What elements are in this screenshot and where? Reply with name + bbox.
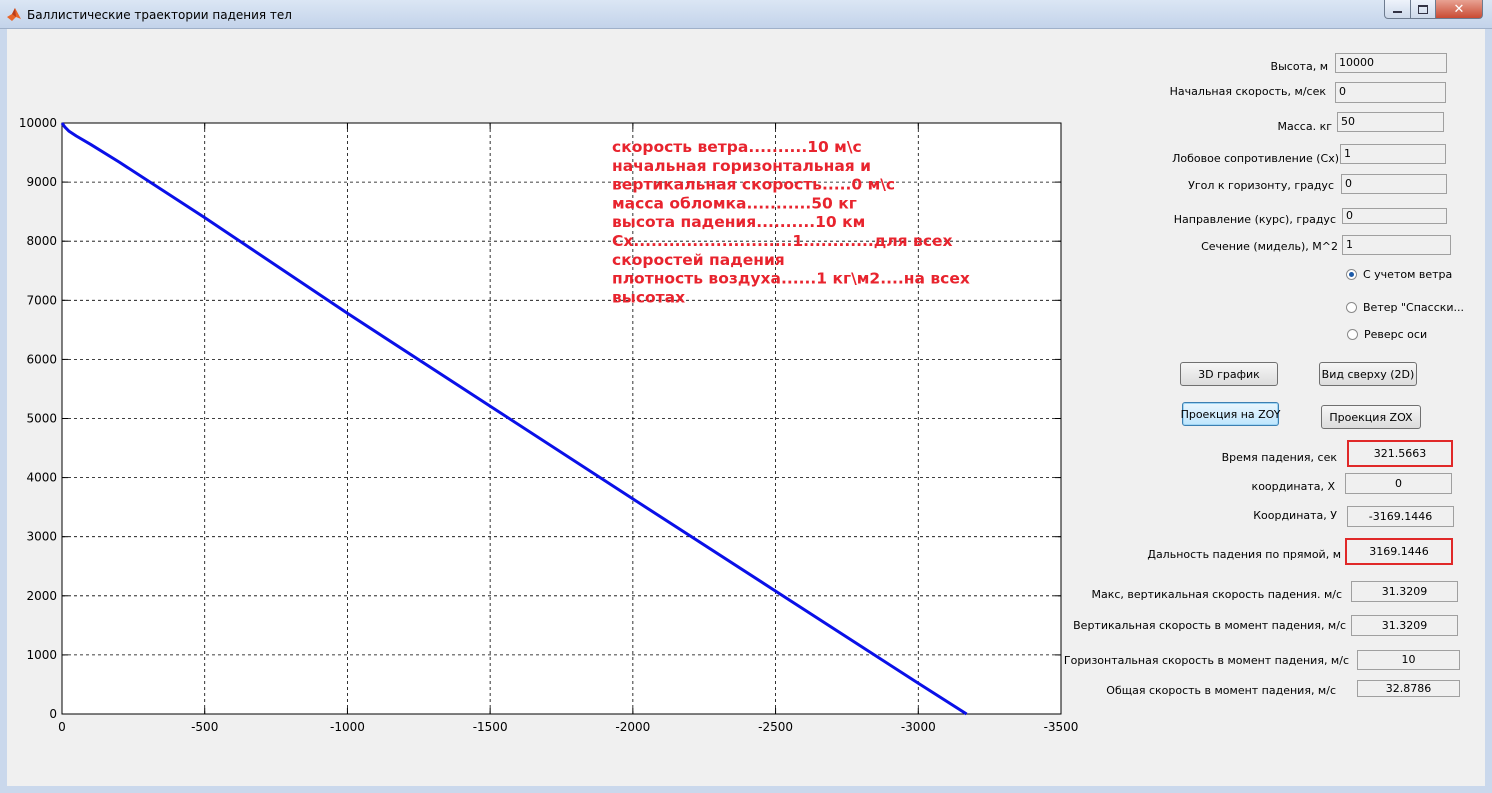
total-speed-impact-label: Общая скорость в момент падения, м/с: [1106, 684, 1336, 697]
initial-speed-input[interactable]: 0: [1335, 82, 1446, 103]
radio-reverse-axis-label: Реверс оси: [1364, 328, 1428, 341]
y-tick-label: 4000: [26, 471, 57, 485]
radio-spassky-wind[interactable]: Ветер "Спасски...: [1346, 301, 1464, 314]
y-tick-label: 1000: [26, 648, 57, 662]
x-tick-label: -2500: [758, 720, 793, 734]
fall-time-label: Время падения, сек: [1221, 451, 1337, 464]
maximize-button[interactable]: [1410, 0, 1436, 19]
y-tick-label: 8000: [26, 234, 57, 248]
x-tick-label: 0: [58, 720, 66, 734]
y-tick-label: 0: [49, 707, 57, 721]
window-title: Баллистические траектории падения тел: [27, 8, 292, 22]
annotation-line: начальная горизонтальная и: [612, 157, 871, 175]
annotation-line: вертикальная скорость.....0 м\с: [612, 176, 895, 194]
horizontal-speed-impact-value: 10: [1357, 650, 1460, 670]
height-input[interactable]: 10000: [1335, 53, 1447, 73]
radio-checked-icon: [1346, 269, 1357, 280]
total-speed-impact-value: 32.8786: [1357, 680, 1460, 697]
range-label: Дальность падения по прямой, м: [1147, 548, 1341, 561]
radio-with-wind-label: С учетом ветра: [1363, 268, 1453, 281]
annotation-line: масса обломка...........50 кг: [612, 194, 857, 212]
y-tick-label: 9000: [26, 175, 57, 189]
x-tick-label: -3000: [901, 720, 936, 734]
x-tick-label: -1500: [473, 720, 508, 734]
window-frame-right: [1485, 29, 1492, 793]
annotation-line: плотность воздуха......1 кг\м2....на все…: [612, 270, 970, 288]
annotation-line: скорость ветра..........10 м\с: [612, 138, 862, 156]
height-label: Высота, м: [1270, 60, 1328, 73]
range-value: 3169.1446: [1345, 538, 1453, 565]
plot-area: [61, 122, 1062, 715]
x-tick-label: -1000: [330, 720, 365, 734]
top-view-button[interactable]: Вид сверху (2D): [1319, 362, 1417, 386]
section-input[interactable]: 1: [1342, 235, 1451, 255]
radio-with-wind[interactable]: С учетом ветра: [1346, 268, 1452, 281]
annotation-line: Сх...........................1..........…: [612, 232, 953, 250]
coord-y-value: -3169.1446: [1347, 506, 1454, 527]
annotation-line: высотах: [612, 288, 685, 306]
y-tick-label: 6000: [26, 352, 57, 366]
plot-3d-button[interactable]: 3D график: [1180, 362, 1278, 386]
maximize-icon: [1418, 4, 1428, 14]
title-bar: Баллистические траектории падения тел: [0, 0, 1492, 29]
x-tick-label: -2000: [615, 720, 650, 734]
x-tick-label: -3500: [1044, 720, 1079, 734]
window-frame-left: [0, 29, 7, 793]
drag-coef-input[interactable]: 1: [1340, 144, 1446, 164]
close-button[interactable]: ✕: [1435, 0, 1483, 19]
trajectory-plot: 0 -500 -1000 -1500 -2000 -2500 -3000 -3500 0 100…: [19, 116, 1079, 734]
close-icon: ✕: [1453, 1, 1465, 17]
plot-annotation: скорость ветра..........10 м\сначальная …: [612, 138, 970, 306]
course-label: Направление (курс), градус: [1173, 213, 1336, 226]
trajectory-line: [60, 122, 968, 716]
angle-label: Угол к горизонту, градус: [1188, 179, 1334, 192]
section-label: Сечение (мидель), М^2: [1201, 240, 1338, 253]
x-tick-label: -500: [191, 720, 218, 734]
matlab-icon: [7, 8, 21, 21]
y-tick-label: 10000: [19, 116, 57, 130]
radio-unchecked-icon: [1347, 329, 1358, 340]
y-tick-label: 2000: [26, 589, 57, 603]
minimize-icon: [1393, 11, 1402, 13]
annotation-line: высота падения..........10 км: [612, 213, 865, 231]
plot-grid: [62, 123, 1061, 714]
vertical-speed-impact-value: 31.3209: [1351, 615, 1458, 636]
course-input[interactable]: 0: [1342, 208, 1447, 224]
fall-time-value: 321.5663: [1347, 440, 1453, 467]
vertical-speed-impact-label: Вертикальная скорость в момент падения, …: [1073, 619, 1346, 632]
mass-label: Масса. кг: [1277, 120, 1332, 133]
drag-coef-label: Лобовое сопротивление (Cx): [1172, 152, 1339, 165]
coord-x-label: координата, X: [1251, 480, 1335, 493]
projection-zoy-button[interactable]: Проекция на ZOY: [1181, 402, 1280, 426]
y-axis: 0 1000 2000 3000 4000 5000 6000 7000 8000 9000 100…: [19, 116, 1061, 721]
x-axis: 0 -500 -1000 -1500 -2000 -2500 -3000 -3500: [58, 123, 1078, 734]
window-frame-bottom: [0, 786, 1492, 793]
max-vertical-speed-value: 31.3209: [1351, 581, 1458, 602]
radio-reverse-axis[interactable]: Реверс оси: [1347, 328, 1427, 341]
radio-spassky-wind-label: Ветер "Спасски...: [1363, 301, 1465, 314]
y-tick-label: 7000: [26, 293, 57, 307]
minimize-button[interactable]: [1384, 0, 1411, 19]
mass-input[interactable]: 50: [1337, 112, 1444, 132]
max-vertical-speed-label: Макс, вертикальная скорость падения. м/с: [1091, 588, 1342, 601]
radio-unchecked-icon: [1346, 302, 1357, 313]
projection-zox-button[interactable]: Проекция ZOX: [1321, 405, 1421, 429]
initial-speed-label: Начальная скорость, м/сек: [1169, 85, 1326, 98]
coord-y-label: Координата, У: [1253, 509, 1337, 522]
angle-input[interactable]: 0: [1341, 174, 1447, 194]
horizontal-speed-impact-label: Горизонтальная скорость в момент падения…: [1063, 654, 1349, 667]
y-tick-label: 3000: [26, 530, 57, 544]
y-tick-label: 5000: [26, 412, 57, 426]
annotation-line: скоростей падения: [612, 251, 785, 269]
coord-x-value: 0: [1345, 473, 1452, 494]
